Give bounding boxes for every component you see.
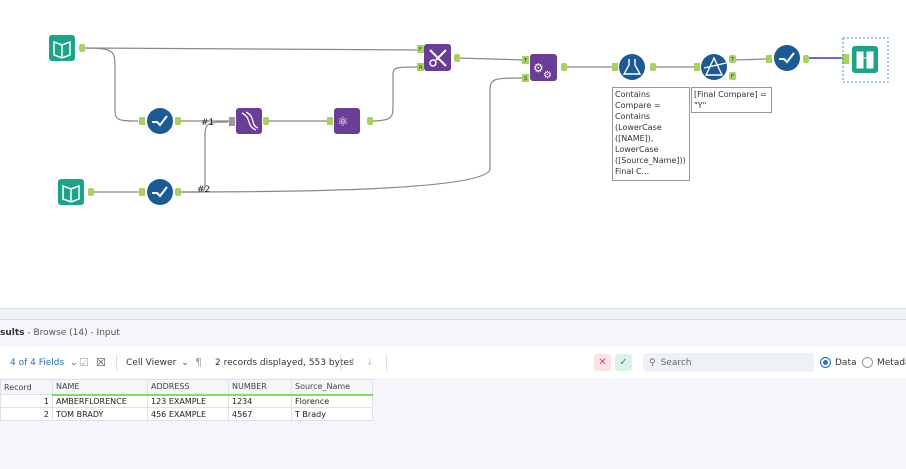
input-data-tool-2[interactable] (58, 179, 84, 205)
column-header-record[interactable]: Record (0, 379, 53, 395)
radio-data[interactable]: Data (820, 347, 857, 378)
search-input[interactable]: ⚲ Search (643, 353, 814, 372)
chevron-down-icon: ⌄ (70, 357, 78, 368)
table-row[interactable]: 1 AMBERFLORENCE 123 EXAMPLE 1234 Florence (0, 394, 373, 408)
radio-metadata[interactable]: Metada (862, 347, 906, 378)
wire-label-1: #1 (201, 118, 214, 128)
results-title: sults - Browse (14) - Input (0, 320, 906, 347)
formula-tool[interactable] (619, 54, 645, 80)
find-replace-tool[interactable] (424, 44, 451, 71)
cell-source-name[interactable]: Florence (291, 394, 373, 408)
checkbox-icon[interactable]: ☑ (79, 347, 89, 378)
svg-text:S: S (524, 76, 527, 82)
cell-source-name[interactable]: T Brady (291, 407, 373, 421)
input-data-tool-1[interactable] (49, 35, 75, 61)
table-header-row: Record NAME ADDRESS NUMBER Source_Name (0, 379, 373, 396)
anchor-labels: FR TS TF (419, 47, 735, 82)
formula-annotation: Contains Compare = Contains (LowerCase (… (612, 87, 690, 181)
cell-number[interactable]: 4567 (228, 407, 292, 421)
results-toolbar: 4 of 4 Fields ⌄ ☑ ☒ Cell Viewer ⌄ ¶ 2 reco… (0, 347, 906, 378)
svg-text:F: F (419, 47, 422, 53)
clear-icon[interactable]: ☒ (96, 347, 106, 378)
wire-select2-append (177, 77, 526, 193)
svg-text:⚙: ⚙ (543, 70, 552, 81)
wire-input1-select1 (81, 47, 139, 122)
cell-address[interactable]: 456 EXAMPLE (147, 407, 229, 421)
cancel-x-button[interactable]: ✕ (594, 354, 611, 371)
browse-tool[interactable] (842, 37, 889, 83)
cell-number[interactable]: 1234 (228, 394, 292, 408)
wire-formula-find (369, 66, 421, 122)
cell-address[interactable]: 123 EXAMPLE (147, 394, 229, 408)
wire-filter-select3 (734, 58, 768, 61)
cell-name[interactable]: AMBERFLORENCE (52, 394, 148, 408)
select-tool-2[interactable] (147, 179, 173, 205)
svg-text:R: R (419, 65, 423, 71)
filter-tool[interactable] (701, 54, 727, 80)
column-header-source-name[interactable]: Source_Name (291, 379, 373, 396)
select-tool-1[interactable] (147, 108, 173, 134)
search-icon: ⚲ (649, 357, 656, 368)
cell-record: 2 (0, 407, 53, 421)
chevron-down-icon: ⌄ (181, 357, 189, 368)
dna-tool[interactable] (236, 108, 262, 134)
select-tool-3[interactable] (774, 45, 800, 71)
fields-dropdown[interactable]: 4 of 4 Fields ⌄ (10, 347, 78, 378)
cell-name[interactable]: TOM BRADY (52, 407, 148, 421)
confirm-check-button[interactable]: ✓ (615, 354, 632, 371)
cell-viewer-dropdown[interactable]: Cell Viewer ⌄ (126, 347, 189, 378)
arrow-down-icon[interactable]: ↓ (366, 347, 374, 378)
workflow-canvas[interactable]: FR TS TF #1 #2 ⚛ ⚙ ⚙ Contains Compare = C… (0, 0, 906, 308)
filter-annotation: [Final Compare] = "Y" (691, 87, 772, 113)
panel-splitter[interactable] (0, 308, 906, 320)
record-status: 2 records displayed, 553 bytes (215, 357, 354, 368)
workflow-diagram: FR TS TF #1 #2 ⚛ ⚙⚙ (49, 35, 889, 205)
wire-select2-join (178, 121, 229, 193)
results-table: Record NAME ADDRESS NUMBER Source_Name 1… (0, 379, 373, 421)
arrow-up-icon[interactable]: ↑ (349, 347, 357, 378)
pilcrow-icon[interactable]: ¶ (195, 347, 202, 378)
atom-formula-tool[interactable]: ⚛ (334, 108, 360, 134)
table-row[interactable]: 2 TOM BRADY 456 EXAMPLE 4567 T Brady (0, 407, 373, 421)
svg-text:F: F (731, 74, 734, 80)
column-header-name[interactable]: NAME (52, 379, 148, 396)
append-fields-tool[interactable]: ⚙⚙ (530, 54, 557, 81)
column-header-number[interactable]: NUMBER (228, 379, 292, 396)
wire-find-append (456, 57, 526, 61)
wire-input1-find (81, 47, 421, 51)
wire-label-2: #2 (197, 185, 210, 195)
results-grid: Record NAME ADDRESS NUMBER Source_Name 1… (0, 378, 906, 469)
atom-icon: ⚛ (337, 115, 349, 130)
anchors (79, 44, 849, 196)
cell-record: 1 (0, 394, 53, 408)
column-header-address[interactable]: ADDRESS (147, 379, 229, 396)
